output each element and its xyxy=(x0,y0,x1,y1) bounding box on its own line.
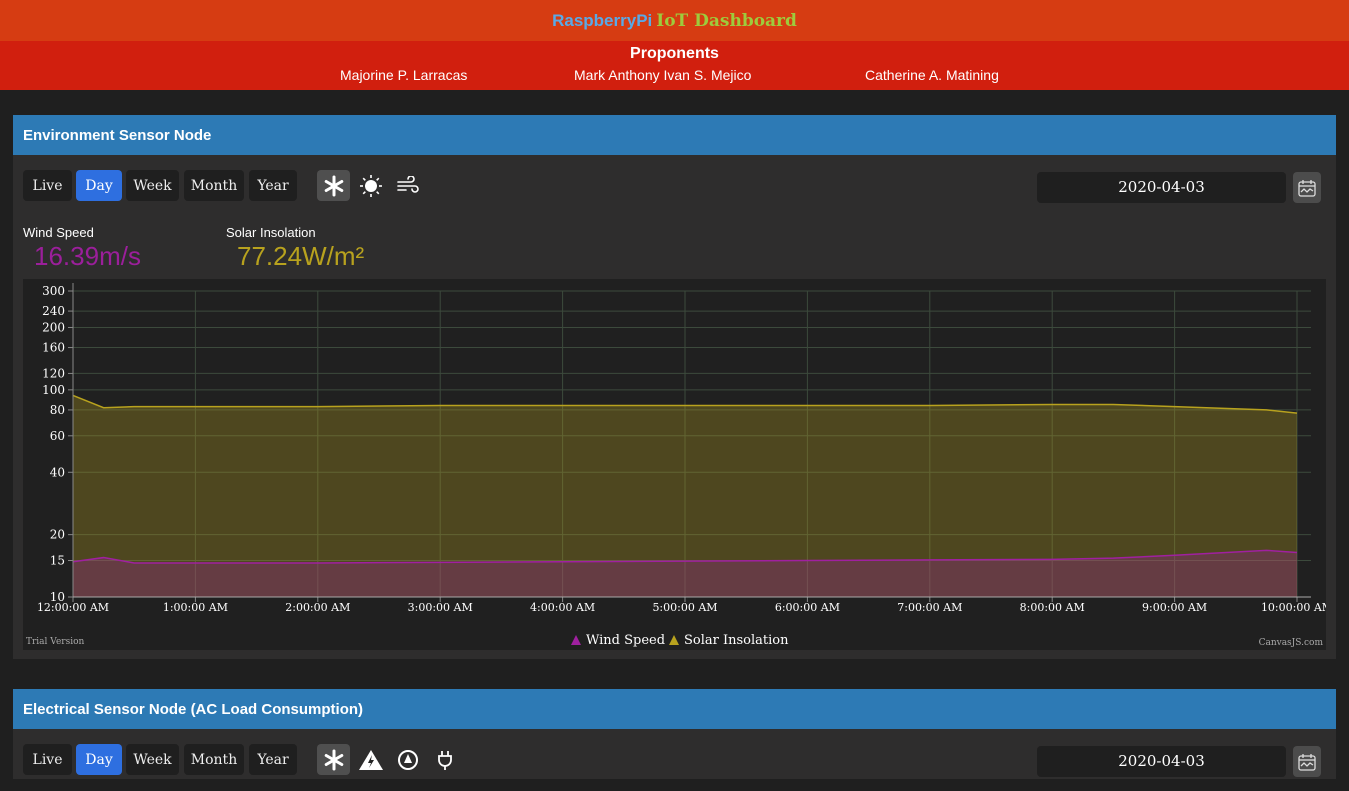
readings: Wind Speed 16.39m/s Solar Insolation 77.… xyxy=(13,217,1336,279)
period-live-button[interactable]: Live xyxy=(23,744,72,775)
panel-title: Environment Sensor Node xyxy=(13,115,1336,155)
y-tick-label: 240 xyxy=(42,304,65,318)
toolbar: Live Day Week Month Year 2020-04-03 xyxy=(13,155,1336,217)
date-input[interactable]: 2020-04-03 xyxy=(1037,746,1286,777)
x-tick-label: 2:00:00 AM xyxy=(285,601,350,614)
environment-panel: Environment Sensor Node Live Day Week Mo… xyxy=(13,115,1336,659)
gauge-icon[interactable] xyxy=(391,744,424,775)
calendar-icon[interactable] xyxy=(1293,172,1321,203)
period-day-button[interactable]: Day xyxy=(76,170,122,201)
proponents-bar: Proponents Majorine P. Larracas Mark Ant… xyxy=(0,41,1349,90)
solar-insolation-value: 77.24W/m² xyxy=(237,241,365,271)
period-week-button[interactable]: Week xyxy=(126,170,179,201)
period-month-button[interactable]: Month xyxy=(184,744,244,775)
lightning-icon[interactable] xyxy=(354,744,387,775)
y-tick-label: 200 xyxy=(42,320,65,334)
legend-wind-speed: Wind Speed xyxy=(586,633,665,648)
y-tick-label: 40 xyxy=(50,465,65,479)
x-tick-label: 1:00:00 AM xyxy=(163,601,228,614)
x-tick-label: 9:00:00 AM xyxy=(1142,601,1207,614)
trial-version-watermark: Trial Version xyxy=(26,637,85,647)
plug-icon[interactable] xyxy=(428,744,461,775)
wind-icon[interactable] xyxy=(391,170,424,201)
x-tick-label: 4:00:00 AM xyxy=(530,601,595,614)
snowflake-icon[interactable] xyxy=(317,744,350,775)
y-tick-label: 300 xyxy=(42,284,65,298)
wind-speed-value: 16.39m/s xyxy=(34,241,141,271)
period-day-button[interactable]: Day xyxy=(76,744,122,775)
period-month-button[interactable]: Month xyxy=(184,170,244,201)
period-year-button[interactable]: Year xyxy=(249,170,297,201)
period-live-button[interactable]: Live xyxy=(23,170,72,201)
legend-solar-insolation-marker xyxy=(669,635,679,645)
y-tick-label: 100 xyxy=(42,383,65,397)
proponents-title: Proponents xyxy=(630,45,719,62)
legend-wind-speed-marker xyxy=(571,635,581,645)
app-title-raspberrypi: RaspberryPi xyxy=(552,10,653,30)
wind-speed-label: Wind Speed xyxy=(23,225,94,240)
snowflake-icon[interactable] xyxy=(317,170,350,201)
y-tick-label: 60 xyxy=(50,429,65,443)
proponent-name: Majorine P. Larracas xyxy=(340,67,468,83)
proponent-name: Mark Anthony Ivan S. Mejico xyxy=(574,67,752,83)
x-tick-label: 8:00:00 AM xyxy=(1020,601,1085,614)
x-tick-label: 12:00:00 AM xyxy=(37,601,109,614)
chart-svg: 10152040608010012016020024030012:00:00 A… xyxy=(26,283,1333,648)
app-title-dashboard: IoT Dashboard xyxy=(656,10,797,31)
x-tick-label: 7:00:00 AM xyxy=(897,601,962,614)
period-week-button[interactable]: Week xyxy=(126,744,179,775)
top-bar: RaspberryPi IoT Dashboard xyxy=(0,0,1349,41)
proponent-name: Catherine A. Matining xyxy=(865,67,999,83)
calendar-icon[interactable] xyxy=(1293,746,1321,777)
x-tick-label: 6:00:00 AM xyxy=(775,601,840,614)
sun-icon[interactable] xyxy=(354,170,387,201)
x-tick-label: 3:00:00 AM xyxy=(408,601,473,614)
legend-solar-insolation: Solar Insolation xyxy=(684,633,789,648)
y-tick-label: 120 xyxy=(42,366,65,380)
canvasjs-watermark: CanvasJS.com xyxy=(1259,638,1324,648)
x-tick-label: 5:00:00 AM xyxy=(652,601,717,614)
y-tick-label: 80 xyxy=(50,403,65,417)
electrical-panel: Electrical Sensor Node (AC Load Consumpt… xyxy=(13,689,1336,779)
environment-chart: 10 15 20 40 60 80 100 120 160 200 240 300 12:00:00 A… xyxy=(23,279,1333,650)
y-tick-label: 15 xyxy=(50,554,65,568)
y-tick-label: 20 xyxy=(50,528,65,542)
date-input[interactable]: 2020-04-03 xyxy=(1037,172,1286,203)
solar-insolation-label: Solar Insolation xyxy=(226,225,316,240)
period-year-button[interactable]: Year xyxy=(249,744,297,775)
panel-title: Electrical Sensor Node (AC Load Consumpt… xyxy=(13,689,1336,729)
toolbar: Live Day Week Month Year 2020-04-03 xyxy=(13,729,1336,791)
y-tick-label: 160 xyxy=(42,341,65,355)
x-tick-label: 10:00:00 AM xyxy=(1261,601,1326,614)
